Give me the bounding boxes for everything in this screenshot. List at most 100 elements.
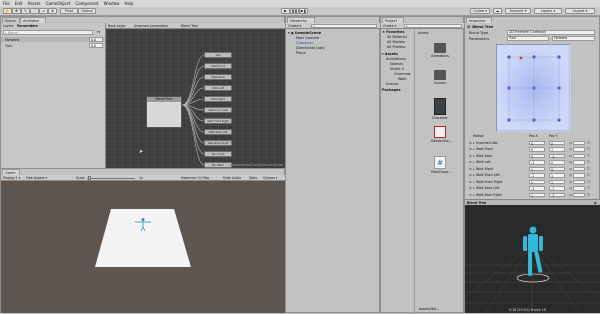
rect-tool-button[interactable]: ▭ [39, 8, 48, 14]
clock-icon[interactable]: ◷ [569, 186, 572, 190]
pos-x-field[interactable]: 1 [529, 166, 545, 172]
speed-field[interactable] [573, 160, 585, 165]
asset-item[interactable]: Scenes [431, 70, 449, 85]
parameter-value[interactable]: 0.0 [89, 37, 103, 42]
clock-icon[interactable]: ◷ [569, 193, 572, 197]
pos-x-field[interactable]: -1 [529, 186, 545, 191]
breadcrumb-base-layer[interactable]: Base Layer [108, 24, 126, 28]
motion-name[interactable]: Walk Back Left [476, 186, 499, 190]
drag-handle-icon[interactable]: ≡ [469, 147, 472, 151]
graph-node-walk-back-left[interactable]: Walk Back Left [204, 129, 232, 135]
parameter-row-forward[interactable]: Forward 0.0 [1, 37, 105, 42]
step-button[interactable]: ▶❚ [299, 8, 308, 14]
pos-y-field[interactable]: 0 [549, 140, 565, 146]
graph-node-walk-back[interactable]: Walk Back [204, 74, 232, 80]
pos-y-field[interactable]: 1 [549, 173, 565, 178]
animator-graph[interactable]: Blend Tree Idle Walk Front Walk Back Wal… [106, 29, 285, 168]
parameters-tab[interactable]: Parameters [17, 24, 38, 28]
project-breadcrumb[interactable]: Assets [418, 31, 428, 35]
drag-handle-icon[interactable]: ≡ [469, 180, 472, 184]
motion-name[interactable]: Walk Back [476, 154, 492, 158]
pos-y-field[interactable]: 1 [549, 179, 565, 185]
scale-slider-handle[interactable] [88, 176, 91, 180]
speed-field[interactable] [573, 192, 585, 197]
drag-handle-icon[interactable]: ≡ [469, 141, 472, 145]
drag-handle-icon[interactable]: ≡ [469, 167, 472, 171]
motion-row[interactable]: ≡ ▸ Walk Front Left -1 1 ◷ ☐ [469, 173, 600, 179]
pos-x-field[interactable]: 1 [529, 192, 545, 198]
drag-handle-icon[interactable]: ≡ [469, 193, 472, 197]
pos-y-field[interactable]: -1 [549, 192, 565, 198]
hierarchy-create-button[interactable]: Create ▾ [288, 24, 301, 28]
pos-x-field[interactable]: 0 [529, 147, 545, 152]
mirror-checkbox[interactable]: ☐ [587, 141, 590, 145]
mirror-checkbox[interactable]: ☐ [587, 147, 590, 151]
parameter-y-dropdown[interactable]: Forward [552, 36, 595, 41]
global-toggle[interactable]: Global [78, 8, 96, 14]
menu-gameobject[interactable]: GameObject [45, 1, 70, 6]
parameter-row-turn[interactable]: Turn 0.0 [1, 43, 105, 48]
menu-component[interactable]: Component [75, 1, 98, 6]
speed-field[interactable] [573, 153, 585, 158]
mirror-checkbox[interactable]: ☐ [587, 193, 590, 197]
asset-item[interactable]: # MainChara... [431, 156, 451, 174]
graph-node-run-front[interactable]: Run Front [204, 151, 232, 157]
clock-icon[interactable]: ◷ [569, 160, 572, 164]
tree-item[interactable]: Scenes [386, 81, 399, 86]
clock-icon[interactable]: ◷ [569, 180, 572, 184]
pos-x-field[interactable]: 0 [529, 140, 545, 146]
pos-x-field[interactable]: -1 [529, 173, 545, 178]
speed-field[interactable] [573, 179, 585, 184]
motion-name[interactable]: Walk Front Left [476, 173, 500, 177]
display-dropdown[interactable]: Display 1 ▾ [3, 176, 20, 180]
menu-window[interactable]: Window [104, 1, 120, 6]
hierarchy-search-input[interactable]: ⌕ [311, 23, 377, 28]
menu-edit[interactable]: Edit [15, 1, 23, 6]
graph-node-walk-left[interactable]: Walk Left [204, 85, 232, 91]
layers-tab[interactable]: Layers [3, 24, 14, 28]
maximize-on-play-toggle[interactable]: Maximize On Play [181, 176, 209, 180]
graph-node-walk-right[interactable]: Walk Right [204, 96, 232, 102]
rotate-tool-button[interactable]: ↻ [21, 8, 30, 14]
motion-row[interactable]: ≡ ▸ Walk Back Left -1 -1 ◷ ☐ [469, 186, 600, 192]
pos-x-field[interactable]: 0 [529, 153, 545, 159]
layout-dropdown[interactable]: Layout ▾ [565, 8, 595, 14]
motion-row[interactable]: ≡ ▸ Walk Right 1 0 ◷ ☐ [469, 166, 600, 172]
blend-type-dropdown[interactable]: 2D Freeform Cartesian [507, 30, 595, 35]
cloud-icon[interactable]: ☁ [493, 8, 502, 14]
collab-dropdown[interactable]: Collab ▾ [470, 8, 490, 14]
mirror-checkbox[interactable]: ☐ [587, 180, 590, 184]
pos-y-field[interactable]: -1 [549, 153, 565, 159]
mirror-checkbox[interactable]: ☐ [587, 154, 590, 158]
clock-icon[interactable]: ◷ [569, 154, 572, 158]
graph-node-walk-front-left[interactable]: Walk Front Left [204, 107, 232, 113]
drag-handle-icon[interactable]: ≡ [469, 154, 472, 158]
blend-space-graph[interactable] [496, 44, 571, 132]
pos-x-field[interactable]: 1 [529, 179, 545, 185]
mirror-checkbox[interactable]: ☐ [587, 167, 590, 171]
pos-y-field[interactable]: 1 [549, 147, 565, 152]
transform-tool-button[interactable]: ⊕ [48, 8, 57, 14]
clock-icon[interactable]: ◷ [569, 167, 572, 171]
parameter-search-input[interactable]: ⌕ Name [3, 30, 93, 35]
motion-name[interactable]: Walk Left [476, 160, 491, 164]
game-viewport[interactable] [1, 181, 285, 313]
motion-name[interactable]: Walk Right [476, 167, 493, 171]
motion-name[interactable]: Walk Front Right [476, 180, 502, 184]
clock-icon[interactable]: ◷ [569, 141, 572, 145]
mirror-checkbox[interactable]: ☐ [587, 173, 590, 177]
speed-field[interactable] [573, 173, 585, 178]
graph-node-walk-back-right[interactable]: Walk Back Right [204, 140, 232, 146]
speed-field[interactable] [573, 166, 585, 171]
clock-icon[interactable]: ◷ [569, 147, 572, 151]
tab-inspector[interactable]: Inspector [466, 17, 492, 23]
drag-handle-icon[interactable]: ≡ [469, 160, 472, 164]
tree-item[interactable]: Walk [398, 76, 406, 81]
mirror-checkbox[interactable]: ☐ [587, 160, 590, 164]
parameter-value[interactable]: 0.0 [89, 43, 103, 48]
drag-handle-icon[interactable]: ≡ [469, 173, 472, 177]
graph-node-walk-front-right[interactable]: Walk Front Right [204, 118, 232, 124]
speed-field[interactable] [573, 140, 585, 145]
motion-row[interactable]: ≡ ▸ Walk Front Right 1 1 ◷ ☐ [469, 179, 600, 185]
scale-slider[interactable] [87, 177, 135, 179]
